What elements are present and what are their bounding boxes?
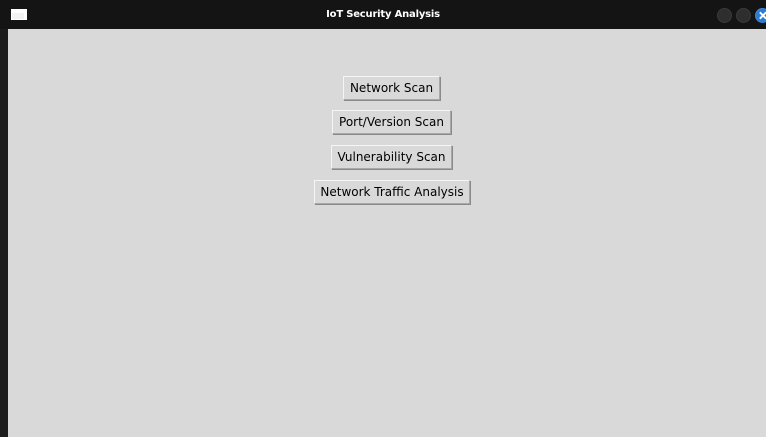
title-bar[interactable]: IoT Security Analysis: [0, 0, 766, 29]
main-panel: Network Scan Port/Version Scan Vulnerabi…: [8, 29, 766, 437]
vulnerability-scan-button[interactable]: Vulnerability Scan: [331, 145, 452, 169]
port-version-scan-button[interactable]: Port/Version Scan: [332, 110, 451, 134]
network-traffic-analysis-button[interactable]: Network Traffic Analysis: [314, 180, 470, 204]
maximize-icon[interactable]: [736, 8, 751, 23]
network-scan-button[interactable]: Network Scan: [343, 76, 440, 100]
close-icon[interactable]: [755, 8, 766, 23]
minimize-icon[interactable]: [717, 8, 732, 23]
app-window: IoT Security Analysis Network Scan Port/…: [0, 0, 766, 437]
window-title: IoT Security Analysis: [326, 9, 440, 20]
